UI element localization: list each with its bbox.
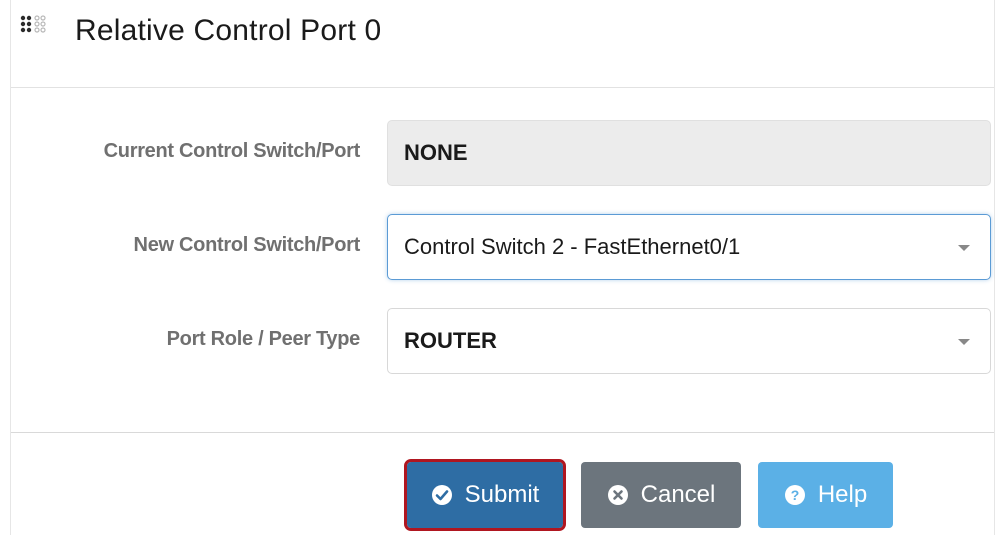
page-title: Relative Control Port 0 — [75, 14, 382, 47]
current-control-value: NONE — [404, 140, 468, 165]
cancel-button[interactable]: Cancel — [581, 462, 741, 528]
chevron-down-icon — [958, 245, 970, 251]
port-role-value: ROUTER — [404, 328, 497, 353]
current-control-field: NONE — [387, 120, 991, 186]
cancel-label: Cancel — [640, 481, 716, 508]
current-control-label: Current Control Switch/Port — [103, 140, 361, 162]
chevron-down-icon — [958, 339, 970, 345]
submit-label: Submit — [464, 481, 540, 508]
x-circle-icon — [607, 485, 628, 505]
question-circle-icon: ? — [784, 485, 805, 505]
new-control-value: Control Switch 2 - FastEthernet0/1 — [404, 234, 741, 259]
help-button[interactable]: ? Help — [758, 462, 893, 528]
footer-divider — [11, 432, 994, 433]
port-role-select[interactable]: ROUTER — [387, 308, 991, 374]
svg-text:?: ? — [791, 487, 800, 503]
check-circle-icon — [431, 485, 452, 505]
submit-button[interactable]: Submit — [404, 459, 566, 531]
dialog-panel: Relative Control Port 0 Current Control … — [10, 0, 995, 535]
help-label: Help — [817, 481, 868, 508]
grip-icon — [20, 15, 46, 33]
new-control-select[interactable]: Control Switch 2 - FastEthernet0/1 — [387, 214, 991, 280]
new-control-label: New Control Switch/Port — [133, 234, 361, 256]
dialog-header: Relative Control Port 0 — [11, 0, 994, 88]
port-role-label: Port Role / Peer Type — [166, 328, 361, 350]
